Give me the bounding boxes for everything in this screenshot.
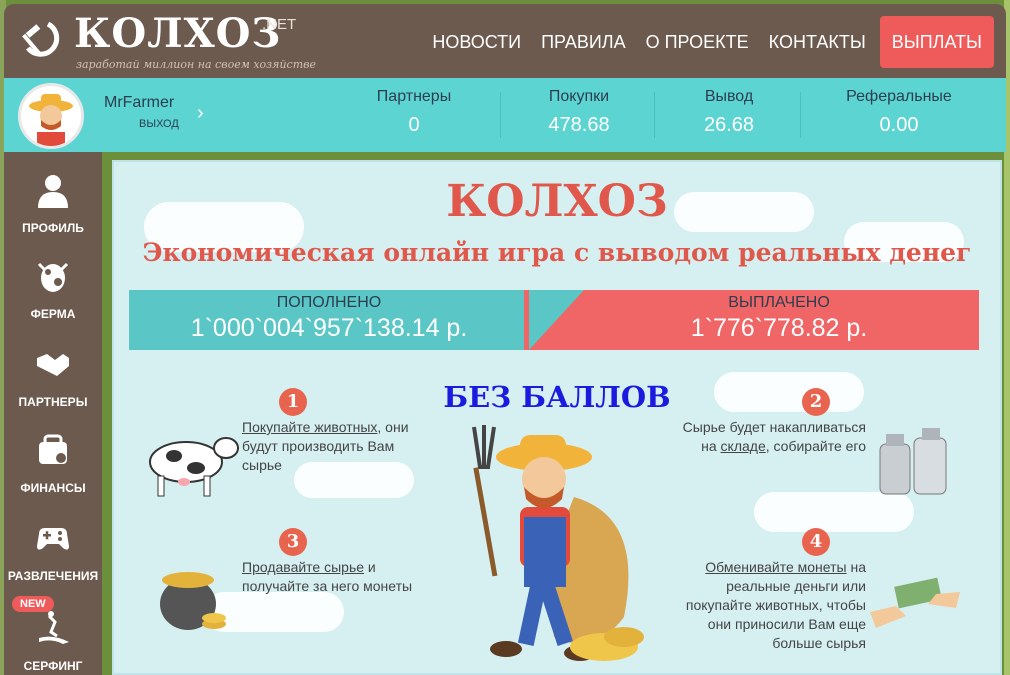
- cow-icon: [37, 262, 69, 292]
- avatar[interactable]: [18, 83, 84, 149]
- sidebar-item-farm[interactable]: ФЕРМА: [4, 256, 102, 321]
- cow-illustration-icon: [149, 437, 239, 497]
- step-number: 2: [802, 388, 830, 416]
- logo-tagline: заработай миллион на своем хозяйстве: [76, 58, 317, 71]
- warehouse-link[interactable]: складе: [721, 438, 766, 454]
- stat-value: 0.00: [879, 114, 919, 136]
- banner-divider: [529, 290, 584, 350]
- buy-animals-link[interactable]: Покупайте животных: [242, 419, 377, 435]
- sidebar-item-entertainment[interactable]: РАЗВЛЕЧЕНИЯ: [4, 518, 102, 583]
- stat-partners: Партнеры 0: [354, 88, 474, 137]
- stat-divider: [654, 92, 655, 138]
- chevron-right-icon[interactable]: ›: [197, 102, 204, 125]
- deposited-value: 1`000`004`957`138.14 р.: [190, 314, 468, 342]
- step-text: Сырье будет накапливаться на складе, соб…: [666, 418, 866, 456]
- step-desc: , собирайте его: [765, 438, 866, 454]
- no-points-heading: БЕЗ БАЛЛОВ: [443, 380, 671, 414]
- sidebar-item-partners[interactable]: ПАРТНЕРЫ: [4, 344, 102, 409]
- stat-divider: [500, 92, 501, 138]
- stat-value: 26.68: [703, 114, 755, 136]
- sidebar-item-label: ПАРТНЕРЫ: [18, 395, 88, 409]
- paid-label: ВЫПЛАЧЕНО: [728, 294, 830, 311]
- sidebar-item-profile[interactable]: ПРОФИЛЬ: [4, 170, 102, 235]
- wallet-icon: [39, 434, 67, 464]
- deposited-label: ПОПОЛНЕНО: [276, 294, 382, 311]
- gamepad-icon: [37, 528, 69, 550]
- stat-label: Покупки: [548, 88, 610, 105]
- sidebar-item-label: РАЗВЛЕЧЕНИЯ: [7, 569, 99, 583]
- user-icon: [38, 175, 68, 208]
- user-name[interactable]: MrFarmer: [104, 94, 174, 112]
- coin-pot-icon: [160, 572, 226, 630]
- sidebar-item-label: СЕРФИНГ: [23, 659, 83, 673]
- main-panel: КОЛХОЗ Экономическая онлайн игра с вывод…: [112, 160, 1002, 675]
- sidebar-item-label: ПРОФИЛЬ: [22, 221, 84, 235]
- step-text: Продавайте сырье и получайте за него мон…: [242, 558, 432, 596]
- farmer-illustration-icon: [472, 425, 644, 661]
- step-number: 3: [279, 528, 307, 556]
- stat-referral: Реферальные 0.00: [824, 88, 974, 137]
- totals-banner: ПОПОЛНЕНО 1`000`004`957`138.14 р. ВЫПЛАЧ…: [129, 290, 979, 350]
- nav-contacts[interactable]: КОНТАКТЫ: [759, 16, 876, 68]
- stat-label: Партнеры: [376, 88, 452, 105]
- step-text: Обменивайте монеты на реальные деньги ил…: [670, 558, 866, 653]
- stat-withdrawal: Вывод 26.68: [669, 88, 789, 137]
- site-header: КОЛХОЗ .NET заработай миллион на своем х…: [4, 4, 1006, 78]
- stat-value: 478.68: [548, 114, 610, 136]
- stat-value: 0: [408, 114, 420, 136]
- stat-label: Реферальные: [846, 88, 952, 105]
- money-hands-icon: [870, 577, 960, 628]
- farmer-avatar-icon: [29, 94, 73, 146]
- nav-payouts-button[interactable]: ВЫПЛАТЫ: [879, 16, 994, 68]
- sell-raw-link[interactable]: Продавайте сырье: [242, 559, 364, 575]
- nav-news[interactable]: НОВОСТИ: [422, 16, 531, 68]
- sidebar-item-label: ФЕРМА: [30, 307, 76, 321]
- step-number: 4: [802, 528, 830, 556]
- nav-rules[interactable]: ПРАВИЛА: [531, 16, 636, 68]
- sidebar-item-finance[interactable]: ФИНАНСЫ: [4, 430, 102, 495]
- main-nav: НОВОСТИ ПРАВИЛА О ПРОЕКТЕ КОНТАКТЫ ВЫПЛА…: [422, 16, 994, 68]
- milk-cans-icon: [879, 428, 947, 495]
- stat-divider: [800, 92, 801, 138]
- exchange-coins-link[interactable]: Обменивайте монеты: [705, 559, 846, 575]
- step-number: 1: [279, 388, 307, 416]
- sidebar-item-label: ФИНАНСЫ: [20, 481, 86, 495]
- stat-label: Вывод: [704, 88, 754, 105]
- user-stats-bar: MrFarmer ВЫХОД › Партнеры 0 Покупки 478.…: [4, 78, 1006, 152]
- logo-title[interactable]: КОЛХОЗ: [74, 10, 281, 57]
- logo-net: .NET: [262, 16, 297, 33]
- surfing-icon: [39, 611, 69, 644]
- main-subtitle: Экономическая онлайн игра с выводом реал…: [142, 238, 972, 267]
- paid-value: 1`776`778.82 р.: [690, 314, 868, 342]
- logout-link[interactable]: ВЫХОД: [139, 118, 179, 130]
- main-title: КОЛХОЗ: [446, 176, 668, 227]
- sidebar: ПРОФИЛЬ ФЕРМА ПАРТНЕРЫ ФИНАНСЫ РАЗВЛЕЧЕН…: [4, 152, 102, 675]
- step-text: Покупайте животных, они будут производит…: [242, 418, 432, 475]
- nav-about[interactable]: О ПРОЕКТЕ: [636, 16, 759, 68]
- sidebar-item-surfing[interactable]: СЕРФИНГ: [4, 608, 102, 673]
- stat-purchases: Покупки 478.68: [519, 88, 639, 137]
- handshake-icon: [37, 354, 69, 376]
- hammer-sickle-icon: [22, 21, 60, 57]
